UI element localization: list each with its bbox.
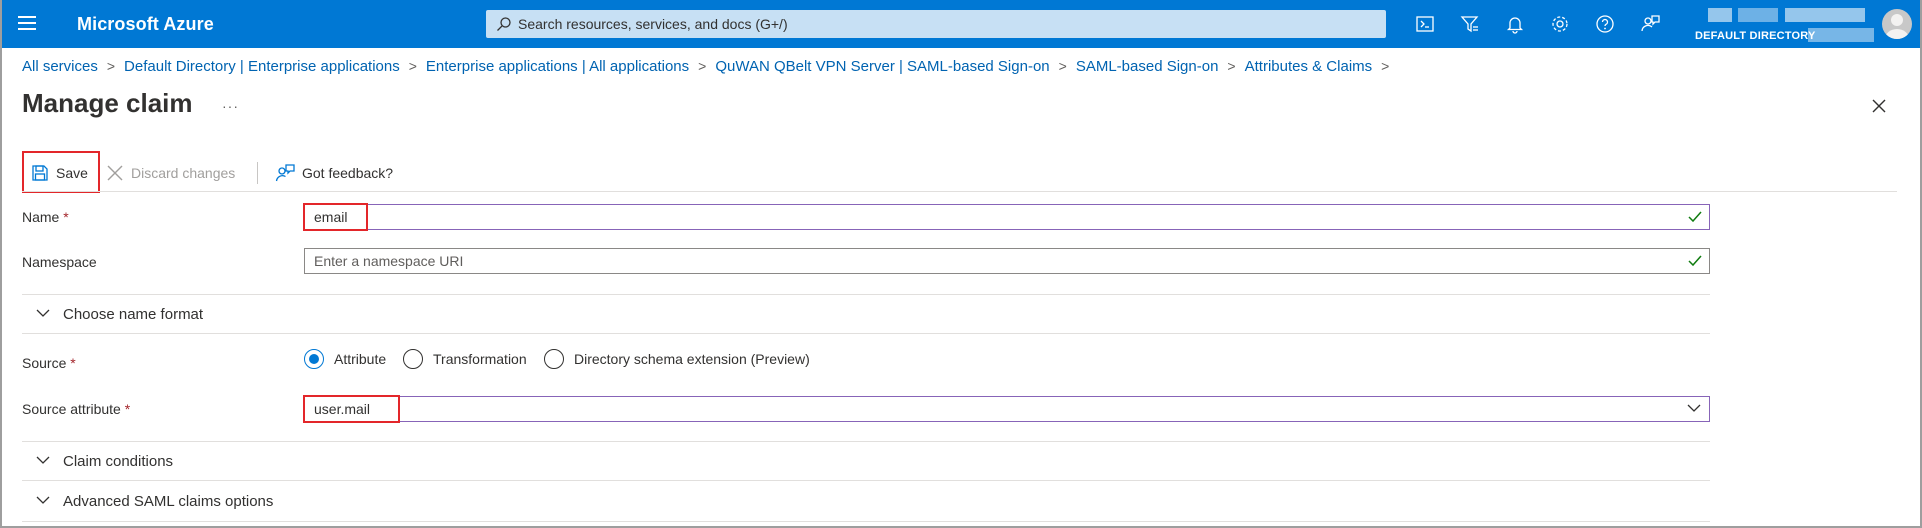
breadcrumb-all-services[interactable]: All services [22,58,98,75]
close-icon[interactable] [1870,97,1888,115]
breadcrumb-app-saml-sign-on[interactable]: QuWAN QBelt VPN Server | SAML-based Sign… [715,58,1049,75]
source-attribute-label-text: Source attribute [22,401,121,417]
close-icon [107,165,123,181]
breadcrumb-all-applications[interactable]: Enterprise applications | All applicatio… [426,58,689,75]
name-input[interactable] [305,205,1675,229]
required-marker: * [124,401,131,417]
account-name-redacted[interactable] [1708,8,1732,22]
brand-title[interactable]: Microsoft Azure [77,14,214,35]
cloud-shell-icon[interactable] [1414,13,1436,35]
namespace-field-label: Namespace [22,254,97,270]
advanced-saml-label: Advanced SAML claims options [63,493,274,510]
chevron-down-icon [36,456,50,464]
check-icon [1688,255,1702,267]
discard-changes-button[interactable]: Discard changes [106,162,235,184]
source-attribute-dropdown[interactable] [304,396,1710,422]
save-label: Save [56,165,88,181]
name-format-section[interactable]: Choose name format [22,294,1710,334]
radio-label: Transformation [433,351,527,367]
name-field-label: Name * [22,209,69,225]
radio-label: Attribute [334,351,387,367]
settings-icon[interactable] [1549,13,1571,35]
name-field[interactable] [304,204,1710,230]
chevron-down-icon [36,309,50,317]
required-marker: * [63,209,69,225]
global-search[interactable] [486,10,1386,38]
claim-conditions-label: Claim conditions [63,453,174,470]
avatar[interactable] [1882,9,1912,39]
chevron-right-icon: > [106,58,116,74]
source-attribute-field-label: Source attribute * [22,401,130,417]
source-attribute-input[interactable] [305,397,1675,421]
source-label-text: Source [22,355,67,371]
chevron-down-icon [36,496,50,504]
check-icon [1688,211,1702,223]
chevron-down-icon [1687,404,1701,412]
chevron-right-icon: > [408,58,417,74]
breadcrumb-enterprise-applications[interactable]: Default Directory | Enterprise applicati… [124,58,400,75]
toolbar-divider [22,191,1897,192]
breadcrumb-attributes-claims[interactable]: Attributes & Claims [1245,58,1373,75]
directory-filter-icon[interactable] [1459,13,1481,35]
claim-conditions-section[interactable]: Claim conditions [22,441,1710,481]
source-radio-attribute[interactable]: Attribute [304,349,386,369]
feedback-label: Got feedback? [302,165,394,181]
account-name-redacted [1785,8,1865,22]
chevron-right-icon: > [1381,58,1390,74]
save-icon [32,165,48,181]
top-bar: Microsoft Azure Search resources, servic… [0,0,1922,48]
account-tenant-redacted [1808,28,1874,42]
search-input[interactable] [518,10,1368,38]
user-icon [1885,14,1909,39]
source-field-label: Source * [22,355,76,371]
page-title: Manage claim [22,88,193,118]
breadcrumb-saml-sign-on[interactable]: SAML-based Sign-on [1076,58,1219,75]
required-marker: * [70,355,76,371]
account-name-redacted [1738,8,1778,22]
breadcrumb: All services > Default Directory | Enterpr… [22,58,1398,75]
source-radio-transformation[interactable]: Transformation [403,349,527,369]
radio-unselected-icon [544,349,564,369]
save-button[interactable]: Save [31,162,88,184]
search-icon [497,17,511,31]
discard-changes-label: Discard changes [131,165,236,181]
directory-label: DEFAULT DIRECTORY [1695,30,1816,42]
name-label-text: Name [22,209,60,225]
namespace-field[interactable] [304,248,1710,274]
radio-unselected-icon [403,349,423,369]
chevron-right-icon: > [1227,58,1236,74]
name-format-label: Choose name format [63,306,204,323]
radio-selected-icon [304,349,324,369]
toolbar-divider [257,162,258,184]
more-options-icon[interactable]: ··· [222,98,239,114]
namespace-input[interactable] [305,249,1675,273]
help-icon[interactable] [1594,13,1616,35]
menu-icon[interactable] [18,16,36,30]
feedback-icon [275,164,295,182]
notifications-icon[interactable] [1504,13,1526,35]
feedback-button[interactable]: Got feedback? [275,162,393,184]
radio-label: Directory schema extension (Preview) [574,351,810,367]
source-radio-directory-schema[interactable]: Directory schema extension (Preview) [544,349,810,369]
advanced-saml-section[interactable]: Advanced SAML claims options [22,482,1710,522]
chevron-right-icon: > [698,58,707,74]
feedback-icon[interactable] [1639,13,1661,35]
chevron-right-icon: > [1058,58,1067,74]
